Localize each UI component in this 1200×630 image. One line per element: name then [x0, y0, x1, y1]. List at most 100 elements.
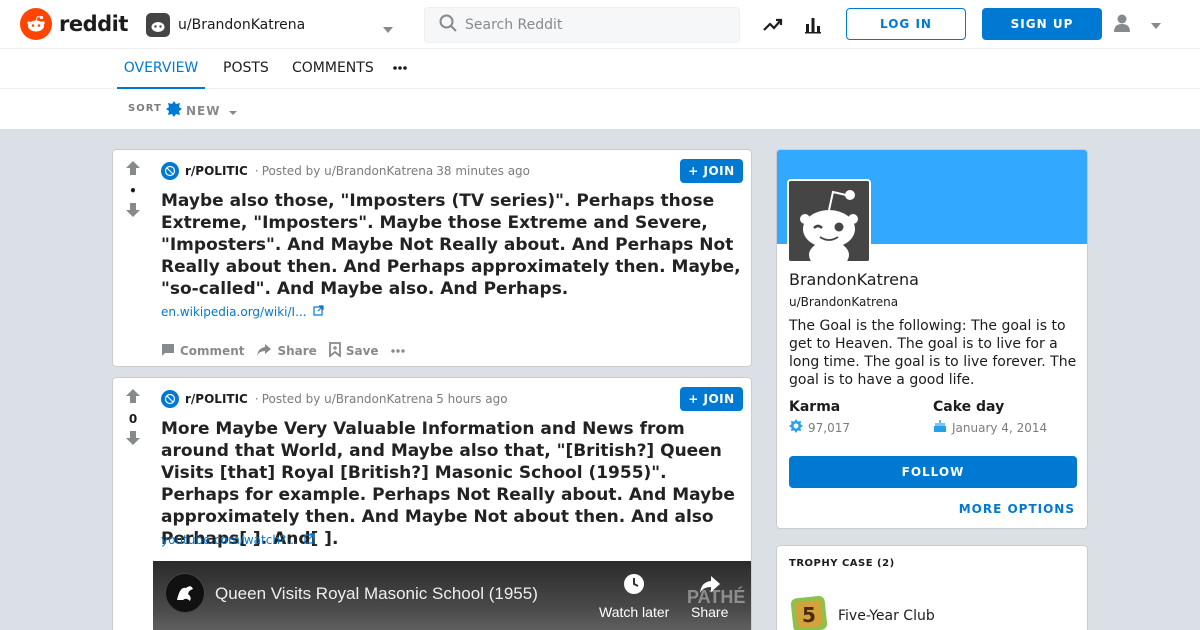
login-button[interactable]: LOG IN [846, 8, 966, 40]
vote-column: 0 [113, 378, 153, 450]
post-time[interactable]: 5 hours ago [436, 392, 507, 406]
meta-separator: · [254, 392, 259, 406]
vote-score: • [129, 184, 137, 198]
watch-later-label: Watch later [599, 604, 670, 620]
karma-value: 97,017 [808, 420, 850, 435]
reddit-snoo-icon [20, 8, 52, 40]
profile-tabs: OVERVIEW POSTS COMMENTS [0, 49, 1200, 89]
share-label: Share [277, 344, 317, 358]
external-link[interactable]: youtube.com/watch?... [161, 533, 315, 547]
link-text: youtube.com/watch?... [161, 533, 298, 547]
karma-stat: 97,017 [789, 419, 850, 436]
embedded-video[interactable]: Queen Visits Royal Masonic School (1955)… [153, 561, 751, 630]
user-dropdown[interactable] [1112, 13, 1162, 37]
profile-avatar[interactable] [787, 179, 871, 263]
trophy-item[interactable]: 5 Five-Year Club [789, 594, 935, 630]
join-button[interactable]: + JOIN [680, 387, 743, 411]
logo-text: reddit [59, 12, 128, 36]
post-body: r/POLITIC · Posted by u/BrandonKatrena 5… [161, 378, 743, 558]
share-button[interactable]: Share [256, 343, 317, 360]
join-label: JOIN [703, 392, 735, 406]
external-link-icon [312, 305, 324, 319]
more-tabs-icon[interactable] [393, 49, 407, 89]
more-options-icon[interactable] [390, 349, 405, 353]
more-options-link[interactable]: MORE OPTIONS [959, 502, 1075, 516]
cake-day-label: Cake day [933, 399, 1005, 415]
search-input[interactable] [465, 17, 715, 33]
join-button[interactable]: + JOIN [680, 159, 743, 183]
upvote-icon[interactable] [125, 388, 141, 408]
sort-dropdown[interactable]: NEW [166, 101, 238, 121]
tab-overview[interactable]: OVERVIEW [117, 49, 205, 89]
subreddit-icon[interactable] [161, 390, 179, 408]
user-icon [1112, 13, 1132, 37]
post-card[interactable]: 0 r/POLITIC · Posted by u/BrandonKatrena… [112, 377, 752, 630]
save-button[interactable]: Save [328, 342, 379, 360]
comment-button[interactable]: Comment [161, 343, 244, 360]
post-title[interactable]: More Maybe Very Valuable Information and… [161, 418, 743, 550]
karma-label: Karma [789, 399, 841, 415]
upvote-icon[interactable] [125, 160, 141, 180]
subreddit-link[interactable]: r/POLITIC [185, 164, 248, 178]
svg-text:5: 5 [802, 603, 816, 627]
post-title[interactable]: Maybe also those, "Imposters (TV series)… [161, 190, 743, 300]
trophy-case-header: TROPHY CASE (2) [789, 558, 895, 569]
search-icon [439, 14, 457, 36]
link-text: en.wikipedia.org/wiki/I... [161, 305, 307, 319]
new-badge-icon [166, 101, 182, 121]
post-card[interactable]: • r/POLITIC · Posted by u/BrandonKatrena… [112, 149, 752, 367]
top-header: reddit u/BrandonKatrena LOG IN SIGN UP [0, 0, 1200, 49]
user-community-switcher[interactable]: u/BrandonKatrena [146, 12, 402, 38]
post-meta: r/POLITIC · Posted by u/BrandonKatrena 3… [161, 162, 530, 180]
external-link[interactable]: en.wikipedia.org/wiki/I... [161, 305, 324, 319]
user-avatar-icon [146, 13, 170, 37]
subreddit-icon[interactable] [161, 162, 179, 180]
post-actions: Comment Share Save [161, 342, 417, 360]
chevron-down-icon [1150, 16, 1162, 35]
trending-icon[interactable] [761, 13, 785, 37]
sort-label: SORT [128, 103, 162, 114]
share-icon [256, 343, 272, 360]
vote-score: 0 [128, 412, 138, 426]
clock-icon [623, 573, 645, 598]
tab-posts[interactable]: POSTS [223, 49, 269, 89]
join-label: JOIN [703, 164, 735, 178]
cake-icon [933, 419, 947, 436]
profile-handle: u/BrandonKatrena [789, 295, 899, 309]
post-body: r/POLITIC · Posted by u/BrandonKatrena 3… [161, 150, 743, 366]
cake-day-value: January 4, 2014 [952, 420, 1048, 435]
comment-label: Comment [180, 344, 245, 358]
chevron-down-icon [382, 20, 394, 39]
watch-later-button[interactable]: Watch later [599, 573, 669, 620]
karma-icon [789, 419, 803, 436]
comment-icon [161, 343, 175, 360]
video-watermark: PATHÉ [687, 587, 746, 607]
signup-button[interactable]: SIGN UP [982, 8, 1102, 40]
tab-comments[interactable]: COMMENTS [292, 49, 374, 89]
sort-value: NEW [186, 104, 221, 118]
video-title[interactable]: Queen Visits Royal Masonic School (1955) [215, 584, 538, 604]
cake-day-stat: January 4, 2014 [933, 419, 1047, 436]
trophy-name: Five-Year Club [838, 608, 935, 624]
profile-description: The Goal is the following: The goal is t… [789, 318, 1077, 388]
reddit-logo[interactable]: reddit [20, 8, 128, 40]
posted-by[interactable]: Posted by u/BrandonKatrena [262, 164, 434, 178]
save-label: Save [345, 344, 379, 358]
search-box[interactable] [424, 7, 740, 43]
post-time[interactable]: 38 minutes ago [436, 164, 530, 178]
downvote-icon[interactable] [125, 430, 141, 450]
trophy-case: TROPHY CASE (2) 5 Five-Year Club [776, 545, 1088, 630]
downvote-icon[interactable] [125, 202, 141, 222]
channel-logo-icon[interactable] [165, 573, 205, 613]
bookmark-icon [328, 342, 341, 360]
vote-column: • [113, 150, 153, 222]
profile-name: BrandonKatrena [789, 270, 919, 289]
external-link-icon [304, 533, 315, 547]
posted-by[interactable]: Posted by u/BrandonKatrena [262, 392, 434, 406]
follow-button[interactable]: FOLLOW [789, 456, 1077, 488]
subreddit-link[interactable]: r/POLITIC [185, 392, 248, 406]
switcher-username: u/BrandonKatrena [178, 17, 306, 33]
five-year-trophy-icon: 5 [789, 594, 829, 630]
stats-icon[interactable] [801, 13, 825, 37]
post-meta: r/POLITIC · Posted by u/BrandonKatrena 5… [161, 390, 508, 408]
